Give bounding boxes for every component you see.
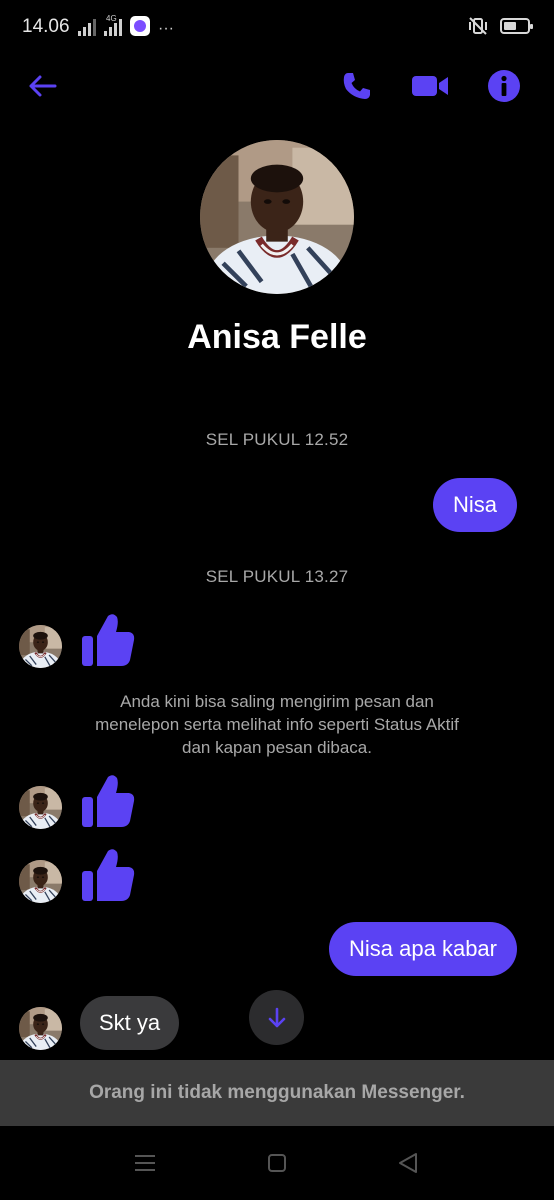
incoming-message[interactable]: Skt ya [80, 996, 180, 1050]
scroll-to-bottom-button[interactable] [249, 990, 304, 1045]
sender-avatar[interactable] [19, 786, 62, 829]
not-using-messenger-notice: Orang ini tidak menggunakan Messenger. [0, 1060, 554, 1126]
signal-icon [78, 18, 96, 36]
system-navigation-bar [0, 1126, 554, 1200]
status-time: 14.06 [22, 16, 70, 37]
network-label: 4G [106, 14, 117, 23]
profile-photo [200, 140, 354, 294]
timestamp: SEL PUKUL 12.52 [205, 430, 349, 449]
arrow-left-icon [29, 75, 57, 97]
profile-avatar[interactable] [200, 140, 354, 294]
more-notifications-icon: ··· [158, 20, 174, 37]
sender-photo [19, 625, 62, 668]
menu-icon[interactable] [134, 1154, 156, 1172]
status-icons-right [468, 16, 533, 36]
sender-avatar[interactable] [19, 625, 62, 668]
home-square-icon[interactable] [267, 1153, 287, 1173]
system-message: Anda kini bisa saling mengirim pesan dan… [95, 692, 459, 757]
sender-avatar[interactable] [19, 860, 62, 903]
sender-avatar[interactable] [19, 1007, 62, 1050]
video-call-button[interactable] [410, 66, 450, 106]
back-triangle-icon[interactable] [397, 1152, 419, 1174]
profile-name: Anisa Felle [187, 318, 367, 356]
like-icon[interactable] [80, 773, 136, 829]
info-icon [488, 70, 520, 102]
status-bar: 14.06 4G ··· [0, 0, 554, 56]
sender-photo [19, 1007, 62, 1050]
info-button[interactable] [484, 66, 524, 106]
signal-4g-icon: 4G [104, 14, 122, 36]
like-icon[interactable] [80, 612, 136, 668]
messenger-notification-icon [130, 16, 150, 36]
notice-text: Orang ini tidak menggunakan Messenger. [89, 1082, 465, 1103]
sender-photo [19, 786, 62, 829]
like-icon[interactable] [80, 847, 136, 903]
sender-photo [19, 860, 62, 903]
video-camera-icon [412, 76, 448, 96]
phone-icon [343, 73, 370, 99]
timestamp: SEL PUKUL 13.27 [205, 567, 349, 586]
vibrate-muted-icon [469, 17, 487, 35]
arrow-down-icon [268, 1007, 285, 1027]
outgoing-message[interactable]: Nisa [432, 478, 517, 532]
call-button[interactable] [337, 66, 377, 106]
outgoing-message[interactable]: Nisa apa kabar [329, 922, 517, 976]
back-button[interactable] [22, 66, 62, 106]
status-icons-left: 4G ··· [78, 14, 174, 37]
battery-icon [500, 18, 533, 34]
